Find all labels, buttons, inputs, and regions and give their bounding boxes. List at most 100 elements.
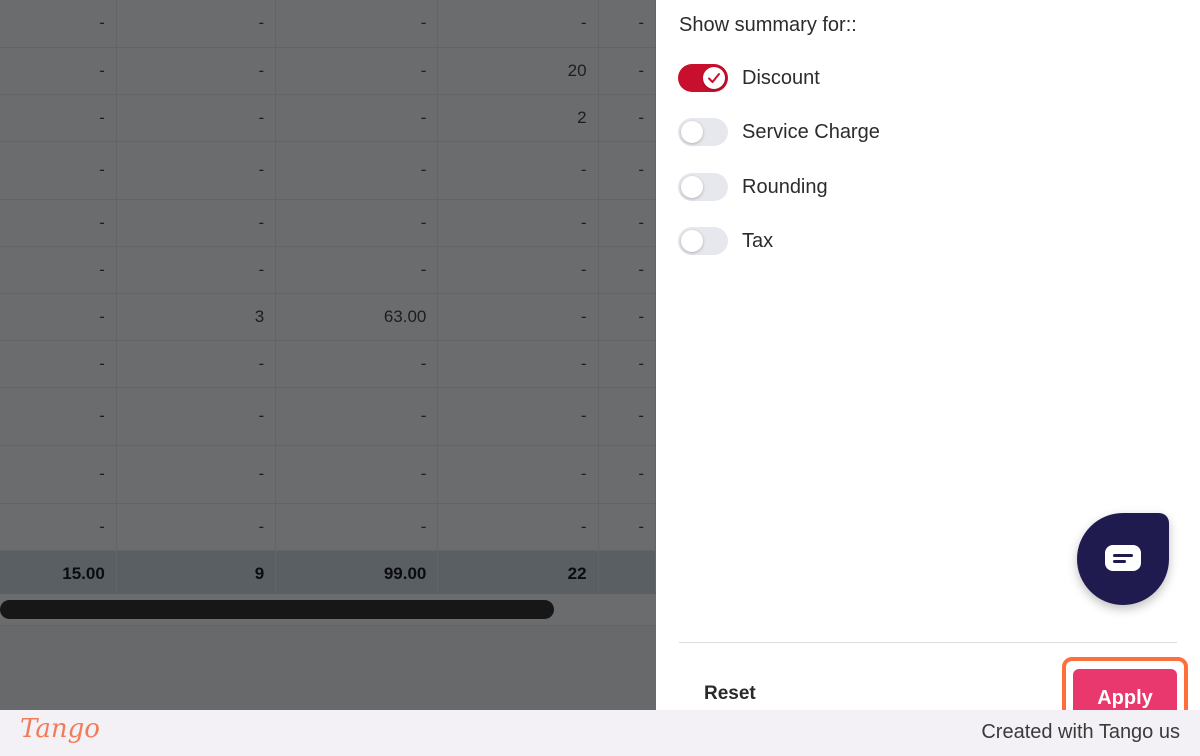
toggle-knob <box>703 67 725 89</box>
panel-divider <box>679 642 1177 643</box>
table-cell: - <box>0 0 117 48</box>
table-row: ---2- <box>0 94 656 142</box>
table-total-row: 15.00 9 99.00 22 <box>0 550 656 598</box>
table-cell: 63.00 <box>275 293 439 341</box>
tax-toggle[interactable] <box>678 227 728 255</box>
service-charge-toggle[interactable] <box>678 118 728 146</box>
total-cell <box>598 550 656 598</box>
table-cell: - <box>116 0 277 48</box>
toggle-knob <box>681 230 703 252</box>
service-charge-label: Service Charge <box>742 120 880 143</box>
table-cell: 20 <box>437 47 599 95</box>
table-cell: - <box>0 199 117 247</box>
total-cell: 9 <box>116 550 277 598</box>
discount-label: Discount <box>742 66 820 89</box>
table-cell: - <box>275 246 439 294</box>
horizontal-scrollbar-thumb[interactable] <box>0 600 554 619</box>
table-cell: - <box>437 246 599 294</box>
report-table: - - - - - - - -20- - - -2- - - - - - - - - - - - - - - - -3 63.00- -… <box>0 0 656 598</box>
table-cell: - <box>0 340 117 388</box>
chat-bubble-icon <box>1105 545 1141 571</box>
table-row: ----- <box>0 199 656 247</box>
table-cell: - <box>275 141 439 200</box>
table-cell: - <box>116 94 277 142</box>
toggle-knob <box>681 121 703 143</box>
table-cell: - <box>275 503 439 551</box>
table-row: ----- <box>0 503 656 551</box>
table-cell: - <box>598 199 656 247</box>
table-row: ----- <box>0 0 656 48</box>
table-cell: - <box>0 246 117 294</box>
table-row: - - -20- <box>0 47 656 95</box>
chat-button[interactable] <box>1077 513 1169 605</box>
toggle-row-tax: Tax <box>678 224 773 258</box>
tango-logo: Tango <box>20 714 100 744</box>
summary-heading: Show summary for:: <box>679 14 857 36</box>
summary-side-panel: Show summary for:: Discount Service Char… <box>656 0 1200 739</box>
table-cell: - <box>0 387 117 446</box>
table-cell: - <box>275 94 439 142</box>
table-cell: - <box>437 387 599 446</box>
tango-footer: Tango Created with Tango us <box>0 710 1200 756</box>
total-cell: 15.00 <box>0 550 117 598</box>
table-cell: - <box>0 445 117 504</box>
toggle-row-service-charge: Service Charge <box>678 115 880 149</box>
table-cell: - <box>437 0 599 48</box>
rounding-label: Rounding <box>742 175 828 198</box>
table-row: ----- <box>0 445 656 504</box>
table-cell: - <box>116 387 277 446</box>
table-cell: - <box>275 47 439 95</box>
toggle-row-rounding: Rounding <box>678 170 828 204</box>
report-table-area: - - - - - - - -20- - - -2- - - - - - - - - - - - - - - - -3 63.00- -… <box>0 0 656 710</box>
table-cell: - <box>598 141 656 200</box>
table-cell: - <box>275 0 439 48</box>
toggle-row-discount: Discount <box>678 61 820 95</box>
toggle-knob <box>681 176 703 198</box>
table-cell: - <box>437 340 599 388</box>
table-cell: - <box>598 293 656 341</box>
table-cell: - <box>275 199 439 247</box>
tax-label: Tax <box>742 229 774 252</box>
table-cell: - <box>437 199 599 247</box>
table-cell: - <box>598 0 656 48</box>
table-cell: - <box>116 47 277 95</box>
table-cell: - <box>116 445 277 504</box>
table-row: ----- <box>0 387 656 446</box>
table-cell: - <box>0 293 117 341</box>
table-cell: - <box>116 199 277 247</box>
footer-credit-text: Created with Tango us <box>981 721 1180 743</box>
table-cell: - <box>0 503 117 551</box>
table-cell: - <box>116 246 277 294</box>
table-row: ----- <box>0 141 656 200</box>
table-cell: - <box>598 387 656 446</box>
table-row: ----- <box>0 340 656 388</box>
table-cell: - <box>598 445 656 504</box>
table-cell: - <box>275 445 439 504</box>
table-cell: - <box>437 503 599 551</box>
table-cell: - <box>437 141 599 200</box>
table-cell: - <box>598 340 656 388</box>
table-row: -3 63.00- - <box>0 293 656 341</box>
table-cell: - <box>116 141 277 200</box>
table-cell: - <box>0 141 117 200</box>
discount-toggle[interactable] <box>678 64 728 92</box>
table-cell: - <box>437 445 599 504</box>
table-cell: - <box>116 340 277 388</box>
table-cell: - <box>598 94 656 142</box>
rounding-toggle[interactable] <box>678 173 728 201</box>
table-cell: - <box>437 293 599 341</box>
table-cell: - <box>598 246 656 294</box>
table-cell: - <box>275 340 439 388</box>
table-cell: - <box>598 503 656 551</box>
table-cell: - <box>275 387 439 446</box>
total-cell: 22 <box>437 550 599 598</box>
table-cell: - <box>116 503 277 551</box>
total-cell: 99.00 <box>275 550 439 598</box>
reset-button[interactable]: Reset <box>704 683 756 705</box>
table-cell: - <box>598 47 656 95</box>
table-cell: 2 <box>437 94 599 142</box>
table-row: ----- <box>0 246 656 294</box>
table-cell: - <box>0 94 117 142</box>
check-icon <box>708 73 720 83</box>
table-cell: - <box>0 47 117 95</box>
